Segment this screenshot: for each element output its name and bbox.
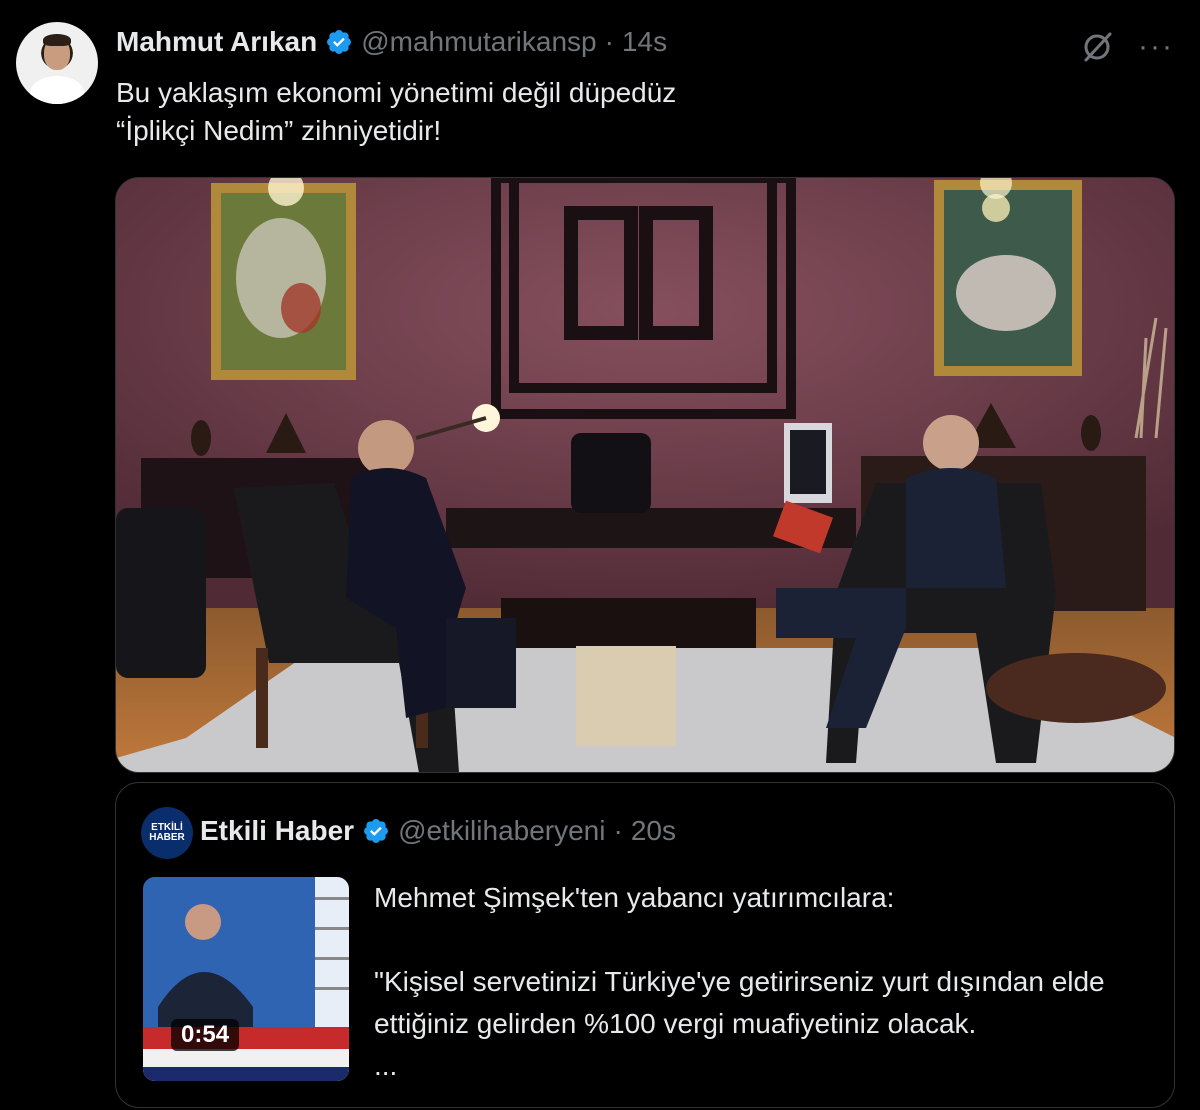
separator-dot: · <box>604 26 614 57</box>
quoted-video-thumbnail[interactable]: 0:54 <box>143 877 349 1081</box>
quoted-author-name[interactable]: Etkili Haber <box>200 815 354 847</box>
quoted-tweet-header: Etkili Haber @etkilihaberyeni · 20s <box>200 815 676 847</box>
quoted-tweet-text: Mehmet Şimşek'ten yabancı yatırımcılara:… <box>374 882 1105 1081</box>
more-icon[interactable]: ··· <box>1138 32 1174 62</box>
tweet-text: Bu yaklaşım ekonomi yönetimi değil düped… <box>116 74 1016 150</box>
quoted-author-handle[interactable]: @etkilihaberyeni <box>398 815 605 847</box>
quoted-tweet[interactable]: ETKİLİ HABER Etkili Haber @etkilihaberye… <box>115 782 1175 1108</box>
author-name[interactable]: Mahmut Arıkan <box>116 26 317 58</box>
author-handle[interactable]: @mahmutarikansp <box>361 26 596 58</box>
verified-badge-icon <box>327 30 352 54</box>
tweet-text-line-1: Bu yaklaşım ekonomi yönetimi değil düped… <box>116 77 677 108</box>
separator-dot: · <box>613 815 623 846</box>
grok-icon[interactable] <box>1080 30 1114 64</box>
tweet-text-line-2: “İplikçi Nedim” zihniyetidir! <box>116 115 442 146</box>
office-scene-illustration <box>116 178 1174 772</box>
tweet-media-image[interactable] <box>115 177 1175 773</box>
tweet-timestamp[interactable]: 14s <box>622 26 667 58</box>
tweet-actions-top: ··· <box>1080 30 1174 64</box>
author-avatar[interactable] <box>16 22 98 104</box>
verified-badge-icon <box>364 819 389 843</box>
video-duration: 0:54 <box>171 1019 240 1051</box>
quoted-timestamp[interactable]: 20s <box>631 815 676 847</box>
quoted-author-avatar[interactable]: ETKİLİ HABER <box>141 807 193 859</box>
tweet-header: Mahmut Arıkan @mahmutarikansp · 14s <box>116 26 667 58</box>
